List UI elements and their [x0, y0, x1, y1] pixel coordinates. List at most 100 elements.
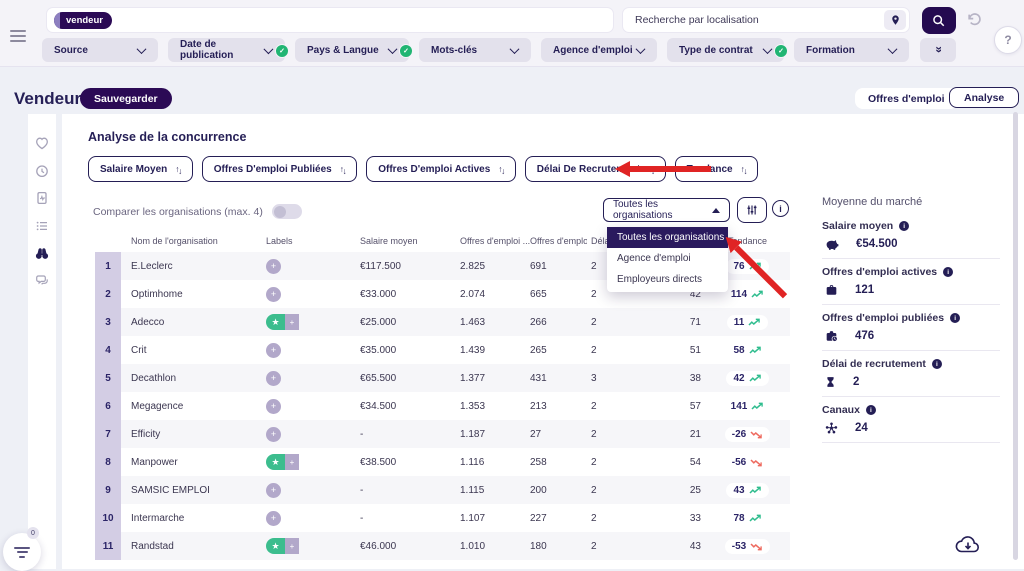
reset-search-icon[interactable]: [964, 11, 982, 29]
trend-up-icon: [749, 262, 762, 271]
offers-tab-button[interactable]: Offres d'emploi: [855, 88, 958, 109]
organisations-dropdown[interactable]: Toutes les organisations: [603, 198, 730, 222]
add-label-icon[interactable]: +: [266, 371, 281, 386]
table-row-9[interactable]: 9SAMSIC EMPLOI+-1.11520022543: [95, 476, 790, 504]
column-header-1: Nom de l'organisation: [121, 236, 264, 246]
table-row-3[interactable]: 3Adecco★+€25.0001.46326627111: [95, 308, 790, 336]
dropdown-option-1[interactable]: Toutes les organisations: [607, 227, 728, 248]
save-button[interactable]: Sauvegarder: [80, 88, 172, 109]
left-sidebar: [28, 114, 56, 569]
filter-chip-1[interactable]: Source: [42, 38, 158, 62]
avg-salary-cell: €65.500: [360, 373, 460, 384]
filters-floating-button[interactable]: [3, 533, 41, 571]
add-label-icon[interactable]: +: [266, 287, 281, 302]
search-tag-vendeur[interactable]: vendeur: [54, 12, 112, 29]
compare-toggle[interactable]: [272, 204, 302, 219]
filter-chip-6[interactable]: Type de contrat✓: [667, 38, 784, 62]
location-search-field[interactable]: [622, 7, 910, 33]
org-name: Crit: [121, 345, 264, 356]
add-label-icon[interactable]: +: [266, 343, 281, 358]
stat-channels: Canauxi 24: [822, 404, 1000, 443]
filter-chip-4[interactable]: Mots-clés: [419, 38, 531, 62]
info-icon[interactable]: i: [950, 313, 960, 323]
competition-binoculars-icon[interactable]: [34, 245, 50, 261]
filter-chip-7[interactable]: Formation: [794, 38, 909, 62]
more-filters-button[interactable]: «: [920, 38, 956, 62]
table-row-10[interactable]: 10Intermarche+-1.10722723378: [95, 504, 790, 532]
add-label-icon[interactable]: +: [266, 483, 281, 498]
chevron-down-icon: [888, 44, 898, 54]
sliders-icon: [745, 203, 759, 217]
org-label-badge[interactable]: ★+: [266, 454, 360, 470]
active-offers-cell: 691: [530, 261, 587, 272]
org-name: SAMSIC EMPLOI: [121, 485, 264, 496]
filter-count-badge: 0: [27, 527, 39, 539]
filter-chip-label: Source: [54, 45, 88, 56]
info-icon[interactable]: i: [772, 200, 789, 217]
trend-up-icon: [748, 318, 761, 327]
add-label-icon[interactable]: +: [266, 259, 281, 274]
favorites-heart-icon[interactable]: [34, 135, 50, 151]
briefcase-icon: [824, 283, 839, 297]
info-icon[interactable]: i: [943, 267, 953, 277]
filter-chip-2[interactable]: Date de publication✓: [168, 38, 285, 62]
check-badge-icon: ✓: [774, 44, 788, 58]
sort-button-4[interactable]: Délai De Recrutement↑↓: [525, 156, 666, 182]
analyse-tab-button[interactable]: Analyse: [949, 87, 1019, 108]
history-clock-icon[interactable]: [34, 163, 50, 179]
channels-cell: 38: [630, 373, 715, 384]
info-icon[interactable]: i: [899, 221, 909, 231]
table-row-7[interactable]: 7Efficity+-1.18727221-26: [95, 420, 790, 448]
search-button[interactable]: [922, 7, 956, 34]
sort-button-1[interactable]: Salaire Moyen↑↓: [88, 156, 193, 182]
document-icon[interactable]: [34, 190, 50, 206]
avg-salary-cell: -: [360, 513, 460, 524]
delay-cell: 2: [587, 513, 630, 524]
table-row-11[interactable]: 11Randstad★+€46.0001.010180243-53: [95, 532, 790, 560]
sort-button-5[interactable]: Tendance↑↓: [675, 156, 758, 182]
stat-label: Offres d'emploi actives: [822, 266, 937, 278]
market-average-panel: Moyenne du marché Salaire moyeni €54.500…: [822, 196, 1000, 450]
org-label-badge[interactable]: ★+: [266, 314, 360, 330]
delay-cell: 2: [587, 317, 630, 328]
trend-value: 43: [733, 485, 744, 496]
location-pin-icon[interactable]: [884, 10, 906, 30]
dropdown-option-2[interactable]: Agence d'emploi: [607, 248, 728, 269]
table-row-6[interactable]: 6Megagence+€34.5001.353213257141: [95, 392, 790, 420]
filter-chip-5[interactable]: Agence d'emploi: [541, 38, 657, 62]
download-cloud-icon[interactable]: [953, 534, 983, 558]
vertical-scrollbar[interactable]: [1013, 112, 1018, 560]
org-label-badge[interactable]: ★+: [266, 538, 360, 554]
add-label-icon[interactable]: +: [266, 511, 281, 526]
filter-chip-label: Agence d'emploi: [553, 45, 633, 56]
sort-button-2[interactable]: Offres D'emploi Publiées↑↓: [202, 156, 357, 182]
add-label-icon[interactable]: +: [266, 399, 281, 414]
info-icon[interactable]: i: [866, 405, 876, 415]
star-label-icon: ★: [266, 454, 285, 470]
table-row-4[interactable]: 4Crit+€35.0001.43926525158: [95, 336, 790, 364]
sort-button-3[interactable]: Offres D'emploi Actives↑↓: [366, 156, 516, 182]
help-button[interactable]: ?: [994, 26, 1022, 54]
org-name: E.Leclerc: [121, 261, 264, 272]
table-row-8[interactable]: 8Manpower★+€38.5001.116258254-56: [95, 448, 790, 476]
published-offers-cell: 1.107: [460, 513, 530, 524]
org-labels-cell: +: [264, 399, 360, 414]
column-header-4: Offres d'emploi ...: [460, 236, 530, 246]
location-input[interactable]: [633, 13, 884, 27]
search-input[interactable]: vendeur: [46, 7, 614, 33]
table-settings-button[interactable]: [737, 197, 767, 223]
add-label-icon[interactable]: +: [266, 427, 281, 442]
row-rank: 7: [95, 420, 121, 448]
filter-chip-3[interactable]: Pays & Langue✓: [295, 38, 409, 62]
dropdown-option-3[interactable]: Employeurs directs: [607, 269, 728, 290]
chat-bubbles-icon[interactable]: [34, 273, 50, 289]
published-offers-cell: 1.116: [460, 457, 530, 468]
hamburger-menu-icon[interactable]: [10, 30, 26, 42]
avg-salary-cell: €33.000: [360, 289, 460, 300]
section-title: Analyse de la concurrence: [88, 130, 246, 144]
trend-up-icon: [749, 346, 762, 355]
table-row-5[interactable]: 5Decathlon+€65.5001.37743133842: [95, 364, 790, 392]
active-offers-cell: 227: [530, 513, 587, 524]
info-icon[interactable]: i: [932, 359, 942, 369]
list-icon[interactable]: [34, 218, 50, 234]
